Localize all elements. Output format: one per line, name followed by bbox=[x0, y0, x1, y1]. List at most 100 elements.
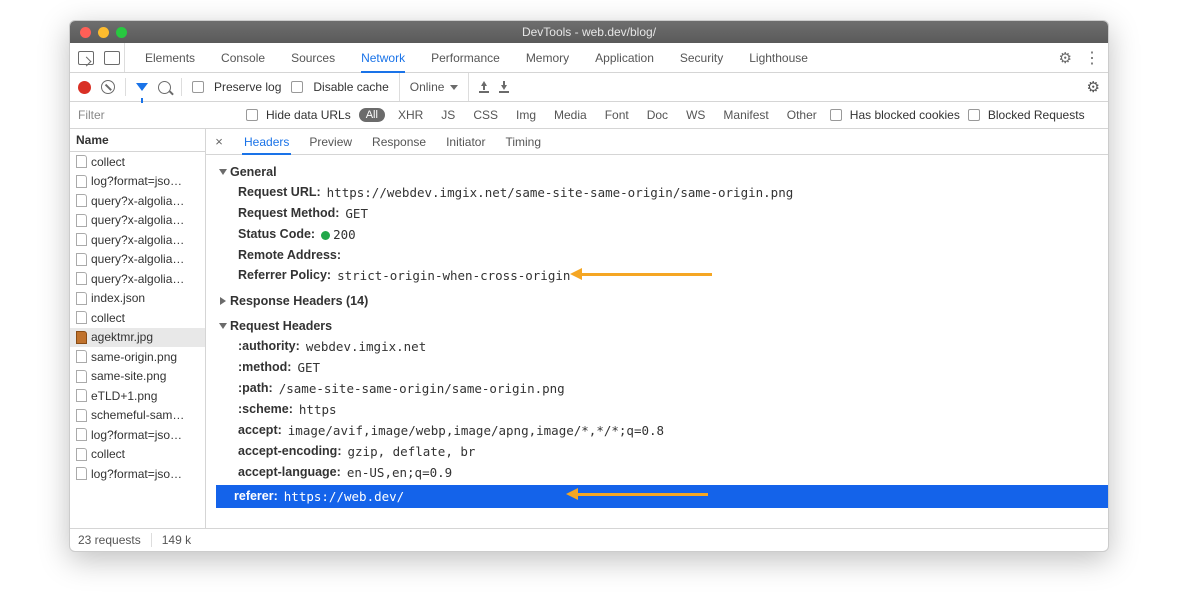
tab-lighthouse[interactable]: Lighthouse bbox=[743, 43, 814, 72]
request-row[interactable]: query?x-algolia… bbox=[70, 230, 205, 250]
type-filter-ws[interactable]: WS bbox=[681, 102, 710, 128]
type-filter-other[interactable]: Other bbox=[782, 102, 822, 128]
tab-performance[interactable]: Performance bbox=[425, 43, 506, 72]
request-row[interactable]: eTLD+1.png bbox=[70, 386, 205, 406]
preserve-log-checkbox[interactable] bbox=[192, 81, 204, 93]
request-list: collectlog?format=jso…query?x-algolia…qu… bbox=[70, 152, 205, 528]
response-headers-header[interactable]: Response Headers (14) bbox=[220, 291, 1108, 311]
tab-memory[interactable]: Memory bbox=[520, 43, 575, 72]
type-filter-font[interactable]: Font bbox=[600, 102, 634, 128]
request-row[interactable]: same-site.png bbox=[70, 367, 205, 387]
request-name: query?x-algolia… bbox=[91, 272, 184, 286]
disable-cache-checkbox[interactable] bbox=[291, 81, 303, 93]
export-har-icon[interactable] bbox=[499, 81, 509, 93]
method-value: GET bbox=[297, 360, 320, 375]
request-row[interactable]: log?format=jso… bbox=[70, 464, 205, 484]
authority-key: :authority: bbox=[238, 339, 300, 354]
detail-tabs: × Headers Preview Response Initiator Tim… bbox=[206, 129, 1108, 155]
detail-tab-headers[interactable]: Headers bbox=[242, 129, 291, 154]
remote-address-key: Remote Address: bbox=[238, 248, 341, 262]
file-icon bbox=[76, 253, 87, 266]
tab-network[interactable]: Network bbox=[355, 43, 411, 72]
type-filter-manifest[interactable]: Manifest bbox=[718, 102, 773, 128]
type-filter-img[interactable]: Img bbox=[511, 102, 541, 128]
throttling-dropdown[interactable]: Online bbox=[399, 73, 470, 101]
annotation-arrow-icon bbox=[566, 488, 708, 500]
detail-tab-timing[interactable]: Timing bbox=[503, 129, 543, 154]
titlebar: DevTools - web.dev/blog/ bbox=[70, 21, 1108, 43]
request-row[interactable]: index.json bbox=[70, 289, 205, 309]
record-icon[interactable] bbox=[78, 81, 91, 94]
request-row[interactable]: schemeful-sam… bbox=[70, 406, 205, 426]
name-column-header[interactable]: Name bbox=[70, 129, 205, 152]
request-row[interactable]: query?x-algolia… bbox=[70, 250, 205, 270]
disclosure-triangle-icon bbox=[219, 169, 227, 175]
file-icon bbox=[76, 233, 87, 246]
type-filter-xhr[interactable]: XHR bbox=[393, 102, 428, 128]
inspect-element-icon[interactable] bbox=[78, 51, 94, 65]
has-blocked-cookies-checkbox[interactable] bbox=[830, 109, 842, 121]
response-headers-section: Response Headers (14) bbox=[216, 288, 1108, 313]
referer-value: https://web.dev/ bbox=[284, 489, 404, 504]
network-settings-gear-icon[interactable]: ⚙ bbox=[1087, 79, 1100, 96]
tab-sources[interactable]: Sources bbox=[285, 43, 341, 72]
import-har-icon[interactable] bbox=[479, 81, 489, 93]
referer-row-highlighted: referer: https://web.dev/ bbox=[216, 485, 1108, 508]
request-row[interactable]: collect bbox=[70, 152, 205, 172]
type-filter-all[interactable]: All bbox=[359, 108, 385, 122]
referrer-policy-key: Referrer Policy: bbox=[238, 268, 331, 283]
detail-tab-initiator[interactable]: Initiator bbox=[444, 129, 487, 154]
status-dot-icon bbox=[321, 231, 330, 240]
request-row[interactable]: collect bbox=[70, 308, 205, 328]
request-detail-pane: × Headers Preview Response Initiator Tim… bbox=[206, 129, 1108, 528]
request-row[interactable]: query?x-algolia… bbox=[70, 211, 205, 231]
status-code-value: 200 bbox=[321, 227, 356, 242]
detail-tab-response[interactable]: Response bbox=[370, 129, 428, 154]
has-blocked-cookies-label: Has blocked cookies bbox=[850, 108, 960, 122]
detail-tab-preview[interactable]: Preview bbox=[307, 129, 354, 154]
request-row[interactable]: same-origin.png bbox=[70, 347, 205, 367]
type-filter-js[interactable]: JS bbox=[436, 102, 460, 128]
blocked-requests-checkbox[interactable] bbox=[968, 109, 980, 121]
file-icon bbox=[76, 428, 87, 441]
general-header[interactable]: General bbox=[220, 162, 1108, 182]
annotation-arrow-icon bbox=[570, 268, 712, 280]
blocked-requests-label: Blocked Requests bbox=[988, 108, 1085, 122]
file-icon bbox=[76, 370, 87, 383]
accept-key: accept: bbox=[238, 423, 282, 438]
request-row[interactable]: query?x-algolia… bbox=[70, 191, 205, 211]
request-row[interactable]: collect bbox=[70, 445, 205, 465]
close-detail-icon[interactable]: × bbox=[212, 134, 226, 149]
method-key: :method: bbox=[238, 360, 291, 375]
search-icon[interactable] bbox=[158, 81, 171, 94]
type-filter-doc[interactable]: Doc bbox=[642, 102, 673, 128]
request-row[interactable]: query?x-algolia… bbox=[70, 269, 205, 289]
request-row[interactable]: log?format=jso… bbox=[70, 425, 205, 445]
clear-icon[interactable] bbox=[101, 80, 115, 94]
more-menu-icon[interactable]: ⋮ bbox=[1084, 48, 1100, 68]
request-name: eTLD+1.png bbox=[91, 389, 157, 403]
request-method-key: Request Method: bbox=[238, 206, 339, 221]
type-filter-media[interactable]: Media bbox=[549, 102, 592, 128]
settings-gear-icon[interactable]: ⚙ bbox=[1059, 49, 1072, 67]
filter-toggle-icon[interactable] bbox=[136, 83, 148, 91]
tab-console[interactable]: Console bbox=[215, 43, 271, 72]
filter-input[interactable] bbox=[78, 106, 238, 124]
request-row[interactable]: agektmr.jpg bbox=[70, 328, 205, 348]
filter-bar: Hide data URLs All XHR JS CSS Img Media … bbox=[70, 102, 1108, 129]
transfer-size: 149 k bbox=[162, 533, 191, 547]
tab-application[interactable]: Application bbox=[589, 43, 660, 72]
file-icon bbox=[76, 389, 87, 402]
hide-data-urls-checkbox[interactable] bbox=[246, 109, 258, 121]
window-title: DevTools - web.dev/blog/ bbox=[70, 25, 1108, 39]
request-row[interactable]: log?format=jso… bbox=[70, 172, 205, 192]
headers-body: General Request URL:https://webdev.imgix… bbox=[206, 155, 1108, 528]
tab-security[interactable]: Security bbox=[674, 43, 729, 72]
accept-encoding-value: gzip, deflate, br bbox=[348, 444, 476, 459]
request-name: query?x-algolia… bbox=[91, 194, 184, 208]
request-headers-header[interactable]: Request Headers bbox=[220, 316, 1108, 336]
type-filter-css[interactable]: CSS bbox=[468, 102, 503, 128]
device-toolbar-icon[interactable] bbox=[104, 51, 120, 65]
accept-language-key: accept-language: bbox=[238, 465, 341, 480]
tab-elements[interactable]: Elements bbox=[139, 43, 201, 72]
